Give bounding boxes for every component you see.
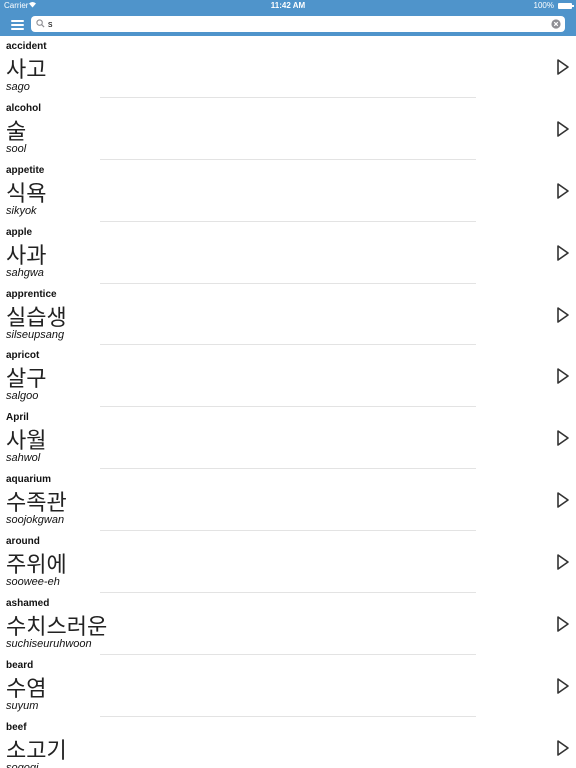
- romanization: sogogi: [6, 761, 39, 768]
- word-row[interactable]: apprentice 실습생 silseupsang: [0, 284, 576, 346]
- korean-word: 사고: [6, 58, 47, 83]
- romanization: sool: [6, 142, 27, 155]
- play-icon[interactable]: [556, 306, 570, 324]
- word-row[interactable]: apricot 살구 salgoo: [0, 345, 576, 408]
- english-word: ashamed: [6, 598, 50, 610]
- word-row[interactable]: apple 사과 sahgwa: [0, 222, 576, 284]
- search-field[interactable]: [31, 16, 565, 32]
- romanization: sahwol: [6, 452, 41, 465]
- english-word: appetite: [6, 164, 45, 176]
- korean-word: 수치스러운: [6, 615, 108, 641]
- navigation-bar: [0, 13, 576, 36]
- word-row[interactable]: aquarium 수족관 soojokgwan: [0, 469, 576, 532]
- english-word: beard: [6, 659, 34, 671]
- korean-word: 식욕: [6, 181, 47, 207]
- korean-word: 수염: [6, 676, 47, 702]
- word-row[interactable]: alcohol 술 sool: [0, 98, 576, 160]
- romanization: sikyok: [6, 204, 37, 217]
- english-word: around: [6, 536, 40, 548]
- word-row[interactable]: ashamed 수치스러운 suchiseuruhwoon: [0, 593, 576, 655]
- romanization: silseupsang: [6, 328, 65, 341]
- word-row[interactable]: April 사월 sahwol: [0, 407, 576, 470]
- play-icon[interactable]: [556, 739, 570, 757]
- battery-percentage: 100%: [533, 1, 554, 10]
- word-row[interactable]: around 주위에 soowee-eh: [0, 531, 576, 594]
- play-icon[interactable]: [556, 244, 570, 262]
- status-bar: Carrier 11:42 AM 100%: [0, 0, 576, 13]
- korean-word: 살구: [6, 367, 47, 393]
- search-icon: [36, 19, 45, 28]
- english-word: alcohol: [6, 102, 42, 114]
- romanization: sahgwa: [6, 266, 44, 279]
- play-icon[interactable]: [556, 491, 570, 509]
- korean-word: 소고기: [6, 738, 67, 764]
- korean-word: 실습생: [6, 305, 67, 331]
- menu-button[interactable]: [8, 16, 26, 34]
- hamburger-menu-icon: [11, 20, 24, 22]
- play-icon[interactable]: [556, 120, 570, 138]
- play-icon[interactable]: [556, 182, 570, 200]
- romanization: sago: [6, 81, 30, 93]
- play-icon[interactable]: [556, 615, 570, 633]
- korean-word: 주위에: [6, 553, 67, 579]
- hamburger-menu-icon-line: [11, 28, 24, 30]
- play-icon[interactable]: [556, 677, 570, 695]
- play-icon[interactable]: [556, 429, 570, 447]
- clear-icon[interactable]: [551, 19, 561, 29]
- romanization: soojokgwan: [6, 514, 65, 527]
- word-list: accident 사고 sago alcohol 술 sool appetite 식욕 siky…: [0, 36, 576, 768]
- play-icon[interactable]: [556, 58, 570, 76]
- play-icon[interactable]: [556, 367, 570, 385]
- word-row[interactable]: accident 사고 sago: [0, 36, 576, 98]
- romanization: soowee-eh: [6, 576, 60, 589]
- status-time: 11:42 AM: [270, 1, 306, 10]
- romanization: salgoo: [6, 390, 39, 403]
- word-row[interactable]: appetite 식욕 sikyok: [0, 160, 576, 222]
- hamburger-menu-icon-line: [11, 24, 24, 26]
- english-word: apple: [6, 226, 33, 238]
- korean-word: 술: [6, 119, 27, 145]
- battery-icon: [558, 3, 574, 9]
- word-row[interactable]: beef 소고기 sogogi: [0, 717, 576, 768]
- korean-word: 수족관: [6, 491, 67, 517]
- play-icon[interactable]: [556, 553, 570, 571]
- english-word: accident: [6, 41, 47, 52]
- english-word: beef: [6, 721, 27, 733]
- english-word: aquarium: [6, 474, 52, 486]
- romanization: suyum: [6, 699, 39, 712]
- english-word: April: [6, 412, 29, 424]
- romanization: suchiseuruhwoon: [6, 638, 92, 651]
- english-word: apricot: [6, 350, 40, 362]
- korean-word: 사월: [6, 429, 47, 455]
- word-row[interactable]: beard 수염 suyum: [0, 655, 576, 717]
- korean-word: 사과: [6, 243, 47, 269]
- search-input[interactable]: [48, 16, 548, 32]
- english-word: apprentice: [6, 288, 57, 300]
